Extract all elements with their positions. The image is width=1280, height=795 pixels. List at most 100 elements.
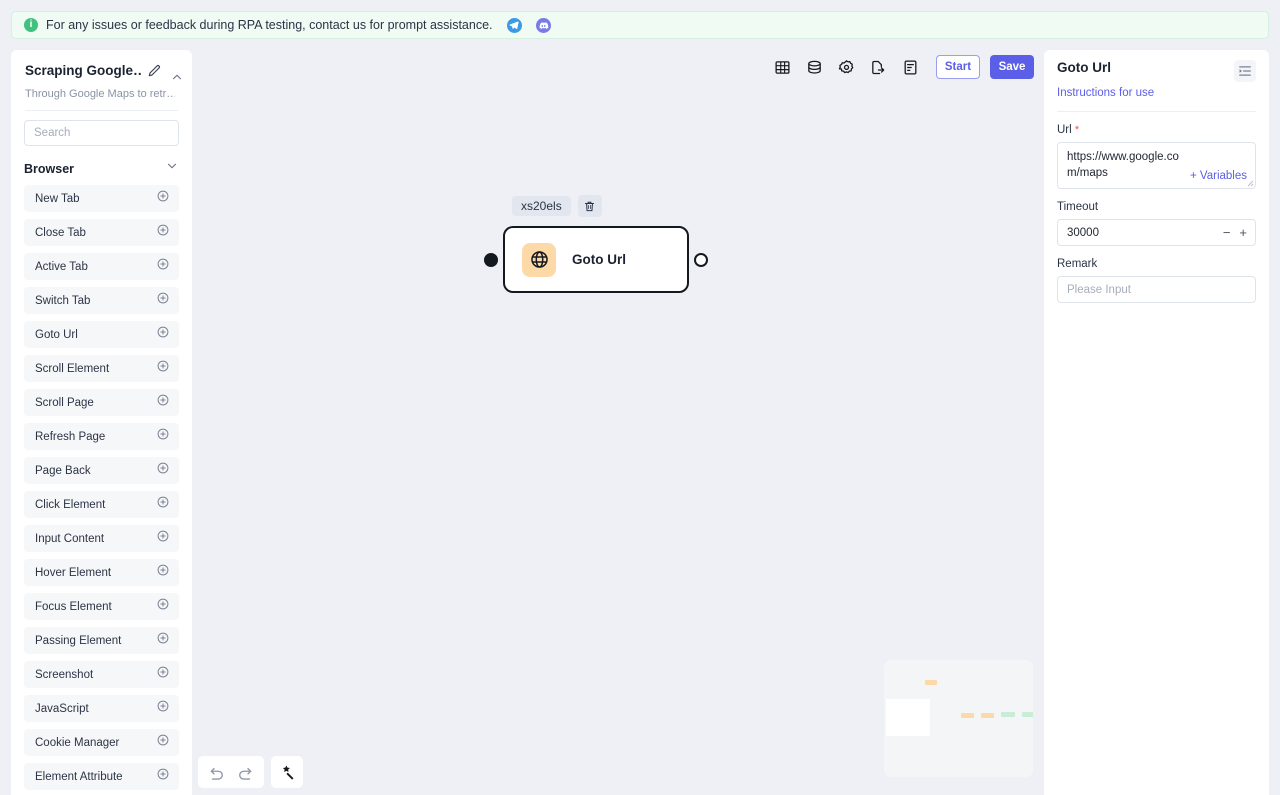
sidebar-item-switch-tab[interactable]: Switch Tab: [24, 287, 179, 314]
sidebar-item-element-attribute[interactable]: Element Attribute: [24, 763, 179, 790]
plus-circle-icon[interactable]: [156, 699, 170, 718]
log-document-icon[interactable]: [896, 54, 924, 80]
undo-arrow-icon[interactable]: [203, 758, 231, 786]
canvas-controls: [198, 756, 303, 788]
plus-circle-icon[interactable]: [156, 359, 170, 378]
timeout-value[interactable]: 30000: [1067, 227, 1099, 239]
plus-circle-icon[interactable]: [156, 325, 170, 344]
sidebar-item-label: Active Tab: [35, 260, 88, 273]
magic-wand-icon[interactable]: [271, 756, 303, 788]
sidebar-group-label: Browser: [24, 161, 75, 176]
minimap-viewport: [886, 699, 930, 736]
remark-input[interactable]: [1057, 276, 1256, 303]
sidebar-item-label: Passing Element: [35, 634, 122, 647]
workflow-canvas[interactable]: Start Save xs20els Goto Url: [192, 50, 1044, 795]
notification-banner: i For any issues or feedback during RPA …: [11, 11, 1269, 39]
output-port[interactable]: [694, 252, 708, 267]
add-variables-link[interactable]: + Variables: [1190, 170, 1247, 182]
table-grid-icon[interactable]: [768, 54, 796, 80]
plus-circle-icon[interactable]: [156, 665, 170, 684]
plus-circle-icon[interactable]: [156, 189, 170, 208]
input-port[interactable]: [484, 252, 498, 267]
sidebar-item-label: Focus Element: [35, 600, 112, 613]
sidebar-item-label: Refresh Page: [35, 430, 106, 443]
gear-settings-icon[interactable]: [832, 54, 860, 80]
sidebar-item-cookie-manager[interactable]: Cookie Manager: [24, 729, 179, 756]
trash-delete-icon[interactable]: [577, 195, 602, 217]
timeout-decrement-button[interactable]: −: [1223, 226, 1231, 239]
minimap-node: [925, 680, 937, 685]
discord-icon[interactable]: [535, 17, 551, 33]
search-container: [11, 111, 192, 146]
sidebar-item-screenshot[interactable]: Screenshot: [24, 661, 179, 688]
node-id-badge[interactable]: xs20els: [512, 196, 571, 216]
search-input[interactable]: [24, 120, 179, 146]
node-container: xs20els Goto Url: [484, 195, 708, 293]
telegram-icon[interactable]: [506, 17, 522, 33]
sidebar-item-refresh-page[interactable]: Refresh Page: [24, 423, 179, 450]
url-label-text: Url: [1057, 124, 1072, 136]
node-label: Goto Url: [572, 252, 626, 267]
sidebar-item-goto-url[interactable]: Goto Url: [24, 321, 179, 348]
resize-grip-icon[interactable]: [1246, 179, 1254, 187]
plus-circle-icon[interactable]: [156, 597, 170, 616]
left-sidebar: Scraping Google… Through Google Maps to …: [11, 50, 192, 795]
timeout-stepper[interactable]: 30000 − +: [1057, 219, 1256, 246]
sidebar-item-focus-element[interactable]: Focus Element: [24, 593, 179, 620]
sidebar-item-hover-element[interactable]: Hover Element: [24, 559, 179, 586]
plus-circle-icon[interactable]: [156, 733, 170, 752]
sidebar-item-scroll-page[interactable]: Scroll Page: [24, 389, 179, 416]
pencil-edit-icon[interactable]: [146, 63, 162, 79]
sidebar-item-label: Cookie Manager: [35, 736, 120, 749]
workflow-title: Scraping Google…: [25, 63, 143, 78]
sidebar-item-page-back[interactable]: Page Back: [24, 457, 179, 484]
collapse-panel-icon[interactable]: [1234, 60, 1256, 82]
plus-circle-icon[interactable]: [156, 563, 170, 582]
start-button[interactable]: Start: [936, 55, 980, 79]
workflow-node-goto-url[interactable]: Goto Url: [484, 226, 708, 293]
sidebar-item-label: Element Attribute: [35, 770, 123, 783]
sidebar-group-browser[interactable]: Browser: [24, 159, 179, 178]
properties-panel: Goto Url Instructions for use Url * http…: [1044, 50, 1269, 795]
plus-circle-icon[interactable]: [156, 767, 170, 786]
minimap-node: [961, 713, 974, 718]
sidebar-item-input-content[interactable]: Input Content: [24, 525, 179, 552]
plus-circle-icon[interactable]: [156, 257, 170, 276]
sidebar-item-new-tab[interactable]: New Tab: [24, 185, 179, 212]
sidebar-item-label: Close Tab: [35, 226, 86, 239]
url-label: Url *: [1057, 124, 1256, 136]
sidebar-item-close-tab[interactable]: Close Tab: [24, 219, 179, 246]
plus-circle-icon[interactable]: [156, 223, 170, 242]
timeout-increment-button[interactable]: +: [1239, 226, 1247, 239]
sidebar-item-label: JavaScript: [35, 702, 89, 715]
sidebar-item-label: Click Element: [35, 498, 106, 511]
panel-header: Goto Url: [1057, 50, 1256, 82]
sidebar-item-active-tab[interactable]: Active Tab: [24, 253, 179, 280]
remark-field: Remark: [1057, 258, 1256, 303]
info-circle-icon: i: [24, 18, 38, 32]
plus-circle-icon[interactable]: [156, 631, 170, 650]
plus-circle-icon[interactable]: [156, 529, 170, 548]
sidebar-item-label: New Tab: [35, 192, 80, 205]
plus-circle-icon[interactable]: [156, 495, 170, 514]
save-button[interactable]: Save: [990, 55, 1034, 79]
sidebar-item-click-element[interactable]: Click Element: [24, 491, 179, 518]
instructions-link[interactable]: Instructions for use: [1057, 87, 1154, 99]
redo-arrow-icon[interactable]: [231, 758, 259, 786]
export-file-icon[interactable]: [864, 54, 892, 80]
database-icon[interactable]: [800, 54, 828, 80]
plus-circle-icon[interactable]: [156, 291, 170, 310]
minimap[interactable]: [884, 660, 1033, 777]
plus-circle-icon[interactable]: [156, 461, 170, 480]
plus-circle-icon[interactable]: [156, 393, 170, 412]
sidebar-item-passing-element[interactable]: Passing Element: [24, 627, 179, 654]
url-textarea[interactable]: https://www.google.com/maps + Variables: [1057, 142, 1256, 189]
sidebar-item-scroll-element[interactable]: Scroll Element: [24, 355, 179, 382]
sidebar-item-javascript[interactable]: JavaScript: [24, 695, 179, 722]
chevron-up-icon[interactable]: [170, 70, 184, 84]
minimap-node: [981, 713, 994, 718]
minimap-node: [1001, 712, 1015, 717]
plus-circle-icon[interactable]: [156, 427, 170, 446]
sidebar-item-label: Switch Tab: [35, 294, 91, 307]
stepper-controls: − +: [1223, 226, 1247, 239]
